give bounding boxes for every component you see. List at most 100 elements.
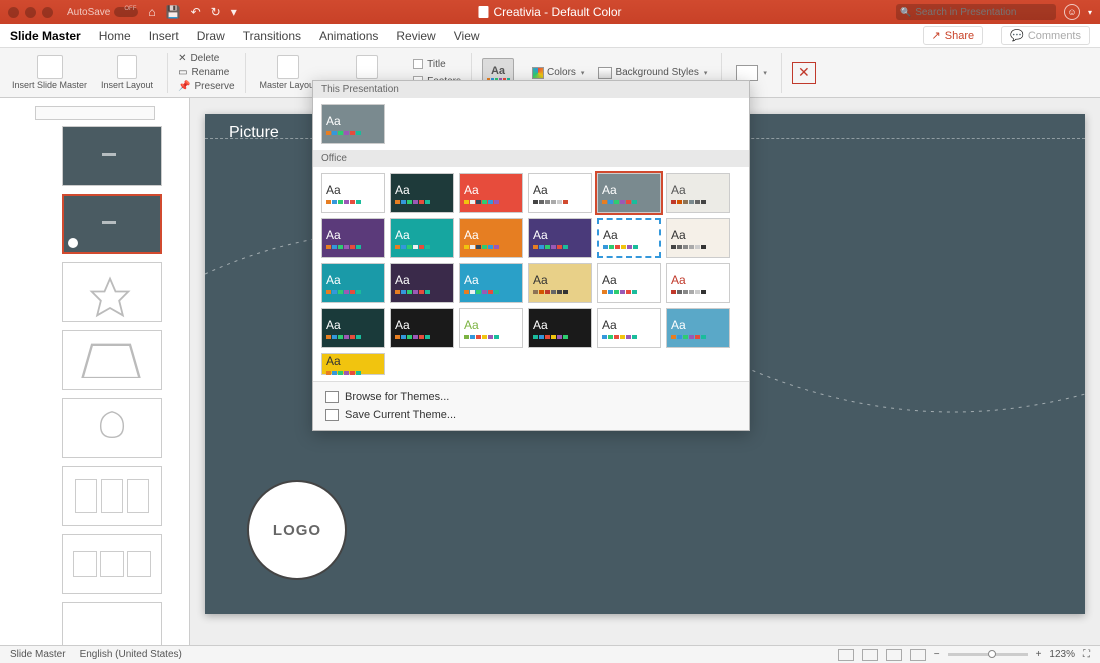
theme-thumbnail[interactable]: Aa — [597, 308, 661, 348]
themes-gallery-panel: This Presentation Aa Office AaAaAaAaAaAa… — [312, 80, 750, 431]
theme-thumbnail[interactable]: Aa — [666, 218, 730, 258]
home-icon[interactable]: ⌂ — [148, 5, 155, 19]
themes-section-header: This Presentation — [313, 81, 749, 98]
rename-button[interactable]: ▭Rename — [178, 66, 234, 79]
save-icon — [325, 409, 339, 421]
theme-thumbnail[interactable]: Aa — [321, 263, 385, 303]
theme-thumbnail[interactable]: Aa — [528, 263, 592, 303]
search-input[interactable] — [915, 7, 1052, 18]
theme-thumbnail[interactable]: Aa — [666, 308, 730, 348]
bg-styles-icon — [598, 67, 612, 79]
view-mode-label: Slide Master — [10, 649, 66, 660]
tab-view[interactable]: View — [454, 29, 480, 43]
qat-more-icon[interactable]: ▾ — [231, 5, 237, 19]
themes-section-header: Office — [313, 150, 749, 167]
browse-themes-menuitem[interactable]: Browse for Themes... — [321, 388, 741, 406]
theme-thumbnail[interactable]: Aa — [459, 263, 523, 303]
theme-thumbnail[interactable]: Aa — [321, 308, 385, 348]
document-icon — [478, 6, 488, 18]
comment-icon: 💬 — [1010, 29, 1024, 42]
user-avatar-icon[interactable]: ☺ — [1064, 4, 1080, 20]
delete-button[interactable]: ✕Delete — [178, 52, 234, 65]
theme-thumbnail[interactable]: Aa — [459, 218, 523, 258]
theme-thumbnail[interactable]: Aa — [666, 173, 730, 213]
slide-thumbnail-panel[interactable] — [0, 98, 190, 645]
slide-size-icon — [736, 65, 758, 81]
reading-view-button[interactable] — [886, 649, 902, 661]
close-master-button[interactable]: ✕ — [792, 62, 816, 84]
theme-thumbnail[interactable]: Aa — [459, 173, 523, 213]
layout-thumbnail[interactable] — [62, 330, 162, 390]
tab-insert[interactable]: Insert — [149, 29, 179, 43]
layout-thumbnail[interactable] — [62, 398, 162, 458]
theme-thumbnail[interactable]: Aa — [390, 173, 454, 213]
layout-thumbnail-selected[interactable] — [62, 194, 162, 254]
theme-thumbnail[interactable]: Aa — [390, 263, 454, 303]
master-thumbnail[interactable] — [35, 106, 155, 120]
save-theme-menuitem[interactable]: Save Current Theme... — [321, 406, 741, 424]
theme-thumbnail[interactable]: Aa — [459, 308, 523, 348]
tab-slide-master[interactable]: Slide Master — [10, 29, 81, 43]
layout-thumbnail[interactable] — [62, 262, 162, 322]
layout-thumbnail[interactable] — [62, 534, 162, 594]
colors-icon — [532, 67, 544, 79]
sorter-view-button[interactable] — [862, 649, 878, 661]
search-box[interactable]: 🔍 — [896, 4, 1056, 20]
close-icon: ✕ — [798, 64, 810, 81]
layout-thumbnail[interactable] — [62, 126, 162, 186]
master-layout-button[interactable]: Master Layout — [256, 55, 321, 90]
theme-thumbnail[interactable]: Aa — [390, 308, 454, 348]
insert-slide-master-button[interactable]: Insert Slide Master — [8, 55, 91, 90]
search-icon: 🔍 — [900, 7, 911, 18]
logo-placeholder[interactable]: LOGO — [247, 480, 347, 580]
theme-thumbnail[interactable]: Aa — [528, 308, 592, 348]
theme-thumbnail[interactable]: Aa — [597, 263, 661, 303]
theme-thumbnail[interactable]: Aa — [321, 173, 385, 213]
tab-review[interactable]: Review — [396, 29, 435, 43]
fit-to-window-button[interactable]: ⛶ — [1083, 649, 1090, 660]
theme-thumbnail[interactable]: Aa — [321, 218, 385, 258]
redo-icon[interactable]: ↻ — [211, 5, 221, 19]
document-title: Creativia - Default Color — [478, 5, 621, 19]
theme-thumbnail[interactable]: Aa — [528, 218, 592, 258]
autosave-pill[interactable] — [114, 7, 138, 17]
tab-animations[interactable]: Animations — [319, 29, 378, 43]
comments-button[interactable]: 💬Comments — [1001, 26, 1090, 45]
zoom-in-button[interactable]: + — [1036, 649, 1042, 660]
insert-layout-button[interactable]: Insert Layout — [97, 55, 157, 90]
user-dropdown-icon[interactable]: ▾ — [1088, 8, 1092, 17]
delete-icon: ✕ — [178, 53, 186, 64]
autosave-toggle[interactable]: AutoSave — [67, 7, 138, 18]
theme-thumbnail[interactable]: Aa — [597, 173, 661, 213]
layout-thumbnail[interactable] — [62, 466, 162, 526]
zoom-slider[interactable] — [948, 653, 1028, 656]
share-icon: ↗ — [932, 29, 941, 42]
theme-thumbnail[interactable]: Aa — [390, 218, 454, 258]
tab-transitions[interactable]: Transitions — [243, 29, 301, 43]
ribbon-tabs: Slide Master Home Insert Draw Transitions Ani… — [0, 24, 1100, 48]
undo-icon[interactable]: ↶ — [191, 5, 201, 19]
preserve-icon: 📌 — [178, 81, 190, 92]
theme-thumbnail[interactable]: Aa — [666, 263, 730, 303]
theme-thumbnail[interactable]: Aa — [528, 173, 592, 213]
window-traffic-lights[interactable] — [8, 7, 53, 18]
layout-thumbnail[interactable] — [62, 602, 162, 645]
theme-thumbnail[interactable]: Aa — [321, 353, 385, 375]
share-button[interactable]: ↗Share — [923, 26, 984, 45]
tab-draw[interactable]: Draw — [197, 29, 225, 43]
colors-dropdown[interactable]: Colors▾ — [528, 65, 588, 81]
tab-home[interactable]: Home — [99, 29, 131, 43]
quick-access-toolbar: ⌂ 💾 ↶ ↻ ▾ — [148, 5, 236, 19]
normal-view-button[interactable] — [838, 649, 854, 661]
theme-thumbnail-current[interactable]: Aa — [321, 104, 385, 144]
zoom-out-button[interactable]: − — [934, 649, 940, 660]
zoom-level-label[interactable]: 123% — [1049, 649, 1075, 660]
theme-thumbnail[interactable]: Aa — [597, 218, 661, 258]
status-bar: Slide Master English (United States) − +… — [0, 645, 1100, 663]
language-label[interactable]: English (United States) — [80, 649, 182, 660]
preserve-button[interactable]: 📌Preserve — [178, 80, 234, 93]
background-styles-dropdown[interactable]: Background Styles▾ — [594, 65, 711, 81]
title-checkbox[interactable]: Title — [413, 58, 461, 71]
slideshow-view-button[interactable] — [910, 649, 926, 661]
save-icon[interactable]: 💾 — [166, 5, 181, 19]
